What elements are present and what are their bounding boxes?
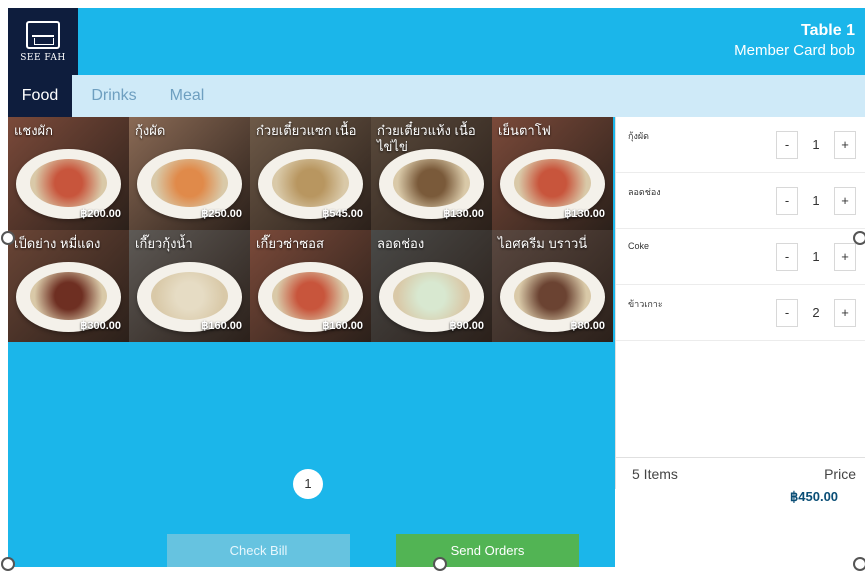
menu-grid: แชงผัก ฿200.00 กุ้งผัด ฿250.00 ก๋วยเตี๋ยวแซก… (8, 117, 613, 342)
quantity-stepper: -1 + (776, 243, 856, 271)
menu-item-price: ฿300.00 (80, 320, 121, 332)
menu-item-name: แชงผัก (14, 123, 54, 138)
resize-handle[interactable] (1, 557, 15, 571)
quantity-value: 2 (812, 305, 820, 320)
food-image (514, 159, 591, 207)
menu-item[interactable]: ก๋วยเตี๋ยวแซก เนื้อ฿545.00 (250, 117, 371, 230)
food-image (151, 159, 228, 207)
quantity-value: 1 (812, 249, 820, 264)
food-image (393, 271, 470, 320)
menu-item-name: เป็ดย่าง หมี่แดง (14, 235, 101, 251)
total-price: ฿450.00 (790, 489, 839, 504)
menu-item[interactable]: ลอดช่อง฿90.00 (371, 229, 492, 342)
menu-item-price: ฿90.00 (449, 320, 484, 332)
menu-item[interactable]: แชงผัก฿200.00 (8, 117, 129, 230)
increase-button[interactable]: + (834, 187, 856, 215)
resize-handle[interactable] (1, 231, 15, 245)
menu-item[interactable]: กุ้งผัด฿250.00 (129, 117, 250, 230)
decrease-button[interactable]: - (776, 131, 798, 159)
order-row: ข้าวเกาะ -2 + (616, 285, 865, 341)
menu-item-name: ก๋วยเตี๋ยวแห้ง เนื้อ ไข่ไข่ (377, 123, 476, 154)
order-item-name: Coke (628, 241, 650, 251)
menu-item-name: เกี๊ยวกุ้งน้ำ (135, 235, 193, 251)
menu-item-name: ก๋วยเตี๋ยวแซก เนื้อ (256, 123, 357, 138)
menu-item-name: กุ้งผัด (135, 123, 166, 138)
send-orders-button[interactable]: Send Orders (396, 534, 579, 567)
table-title: Table 1 (801, 22, 855, 39)
tab-meal[interactable]: Meal (156, 75, 218, 117)
check-bill-button[interactable]: Check Bill (167, 534, 350, 567)
crest-icon (26, 20, 60, 49)
order-row: ลอดช่อง -1 + (616, 173, 865, 229)
increase-button[interactable]: + (834, 243, 856, 271)
menu-item-price: ฿200.00 (80, 207, 121, 220)
order-item-name: ลอดช่อง (628, 187, 661, 197)
order-panel: กุ้งผัด -1 + ลอดช่อง -1 + Coke -1 + ข้าวเกาะ -2 + 5… (615, 117, 865, 489)
member-card-label: Member Card bob (734, 42, 855, 59)
menu-item-name: ไอศครีม บราวนี่ (498, 235, 588, 251)
decrease-button[interactable]: - (776, 243, 798, 271)
logo-text: SEE FAH (20, 52, 66, 63)
decrease-button[interactable]: - (776, 299, 798, 327)
items-count: 5 Items (632, 466, 678, 482)
order-item-name: ข้าวเกาะ (628, 299, 663, 309)
category-tabs: Food Drinks Meal (8, 75, 865, 117)
increase-button[interactable]: + (834, 131, 856, 159)
page-indicator[interactable]: 1 (293, 469, 323, 499)
menu-item-price: ฿250.00 (201, 207, 242, 220)
menu-item-price: ฿130.00 (564, 207, 605, 220)
restaurant-logo: SEE FAH (8, 8, 78, 75)
food-image (30, 271, 107, 320)
order-row: Coke -1 + (616, 229, 865, 285)
menu-item-price: ฿80.00 (570, 320, 605, 332)
order-footer: 5 Items Price (616, 457, 865, 489)
food-image (151, 271, 228, 320)
quantity-stepper: -1 + (776, 187, 856, 215)
food-image (30, 159, 107, 207)
resize-handle[interactable] (853, 231, 865, 245)
decrease-button[interactable]: - (776, 187, 798, 215)
menu-item[interactable]: เกี๊ยวกุ้งน้ำ฿160.00 (129, 229, 250, 342)
menu-item-price: ฿160.00 (322, 320, 363, 332)
quantity-stepper: -1 + (776, 131, 856, 159)
food-image (393, 159, 470, 207)
menu-item-name: ลอดช่อง (377, 235, 425, 251)
food-image (514, 271, 591, 320)
tab-food[interactable]: Food (8, 75, 72, 117)
menu-item-name: เย็นตาโฟ (498, 123, 551, 138)
menu-item[interactable]: ไอศครีม บราวนี่฿80.00 (492, 229, 613, 342)
menu-item[interactable]: เกี๊ยวซ่าซอส฿160.00 (250, 229, 371, 342)
menu-area: แชงผัก ฿200.00 กุ้งผัด ฿250.00 ก๋วยเตี๋ยวแซก… (8, 117, 615, 567)
menu-item[interactable]: ก๋วยเตี๋ยวแห้ง เนื้อ ไข่ไข่฿130.00 (371, 117, 492, 230)
menu-item[interactable]: เย็นตาโฟ฿130.00 (492, 117, 613, 230)
pos-app: Table 1 Member Card bob SEE FAH Food Dri… (0, 0, 865, 573)
price-label: Price (824, 466, 856, 482)
quantity-value: 1 (812, 193, 820, 208)
menu-item-name: เกี๊ยวซ่าซอส (256, 235, 324, 251)
menu-item-price: ฿130.00 (443, 207, 484, 220)
header-bar: Table 1 Member Card bob (8, 8, 865, 75)
menu-item-price: ฿545.00 (322, 207, 363, 220)
order-row: กุ้งผัด -1 + (616, 117, 865, 173)
table-info: Table 1 Member Card bob (734, 22, 855, 59)
order-item-name: กุ้งผัด (628, 131, 649, 141)
menu-item[interactable]: เป็ดย่าง หมี่แดง฿300.00 (8, 229, 129, 342)
resize-handle[interactable] (853, 557, 865, 571)
quantity-value: 1 (812, 137, 820, 152)
tab-drinks[interactable]: Drinks (72, 75, 156, 117)
resize-handle[interactable] (433, 557, 447, 571)
food-image (272, 271, 349, 320)
food-image (272, 159, 349, 207)
menu-item-price: ฿160.00 (201, 320, 242, 332)
increase-button[interactable]: + (834, 299, 856, 327)
quantity-stepper: -2 + (776, 299, 856, 327)
